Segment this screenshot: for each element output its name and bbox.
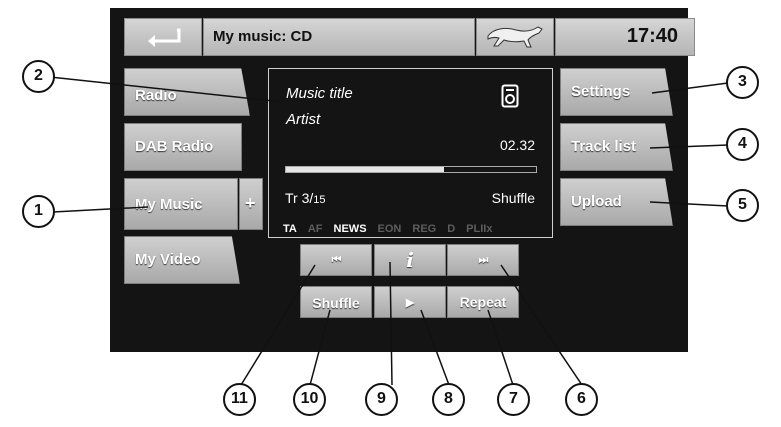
callout-leader-lines <box>49 76 729 386</box>
callout-10: 10 <box>293 383 326 416</box>
callout-6: 6 <box>565 383 598 416</box>
callout-3: 3 <box>726 66 759 99</box>
callout-5: 5 <box>726 189 759 222</box>
callout-4: 4 <box>726 128 759 161</box>
callout-11: 11 <box>223 383 256 416</box>
callout-8: 8 <box>432 383 465 416</box>
callout-1: 1 <box>22 195 55 228</box>
callout-7: 7 <box>497 383 530 416</box>
callout-9: 9 <box>365 383 398 416</box>
callout-2: 2 <box>22 60 55 93</box>
